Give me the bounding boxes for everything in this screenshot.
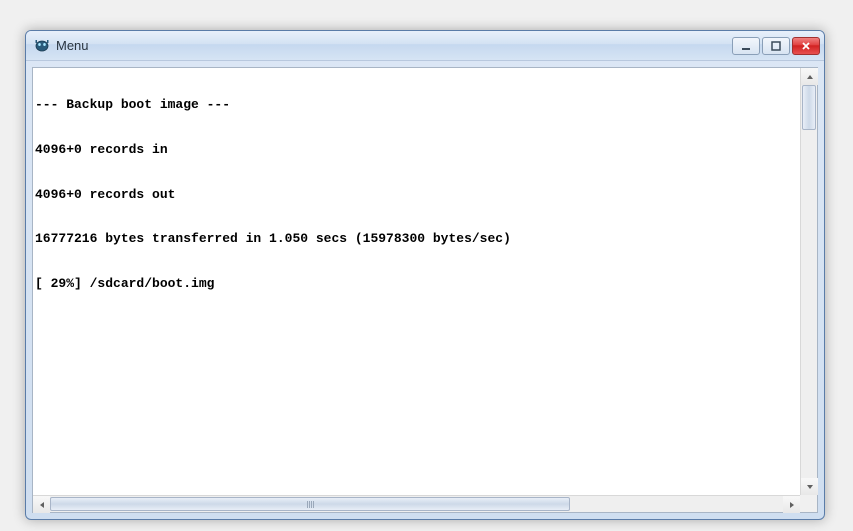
vertical-scroll-track[interactable] — [801, 85, 817, 478]
thumb-grip-icon — [307, 501, 314, 508]
scroll-right-arrow-icon[interactable] — [783, 496, 800, 513]
content-frame: --- Backup boot image --- 4096+0 records… — [32, 67, 818, 513]
close-button[interactable] — [792, 37, 820, 55]
minimize-button[interactable] — [732, 37, 760, 55]
scroll-down-arrow-icon[interactable] — [801, 478, 818, 495]
app-window: Menu --- Backup boot image --- 4096+0 re… — [25, 30, 825, 520]
output-line: --- Backup boot image --- — [35, 98, 815, 113]
horizontal-scrollbar[interactable] — [33, 495, 800, 512]
window-title: Menu — [56, 38, 732, 53]
terminal-output: --- Backup boot image --- 4096+0 records… — [33, 68, 817, 512]
vertical-scroll-thumb[interactable] — [802, 85, 816, 130]
scroll-corner — [800, 495, 817, 512]
scroll-up-arrow-icon[interactable] — [801, 68, 818, 85]
vertical-scrollbar[interactable] — [800, 68, 817, 495]
output-line: 16777216 bytes transferred in 1.050 secs… — [35, 232, 815, 247]
horizontal-scroll-thumb[interactable] — [50, 497, 570, 511]
window-controls — [732, 37, 820, 55]
output-line: [ 29%] /sdcard/boot.img — [35, 277, 815, 292]
maximize-button[interactable] — [762, 37, 790, 55]
output-line: 4096+0 records out — [35, 188, 815, 203]
title-bar[interactable]: Menu — [26, 31, 824, 61]
scroll-left-arrow-icon[interactable] — [33, 496, 50, 513]
output-line: 4096+0 records in — [35, 143, 815, 158]
app-icon — [34, 38, 50, 54]
horizontal-scroll-track[interactable] — [50, 496, 783, 512]
